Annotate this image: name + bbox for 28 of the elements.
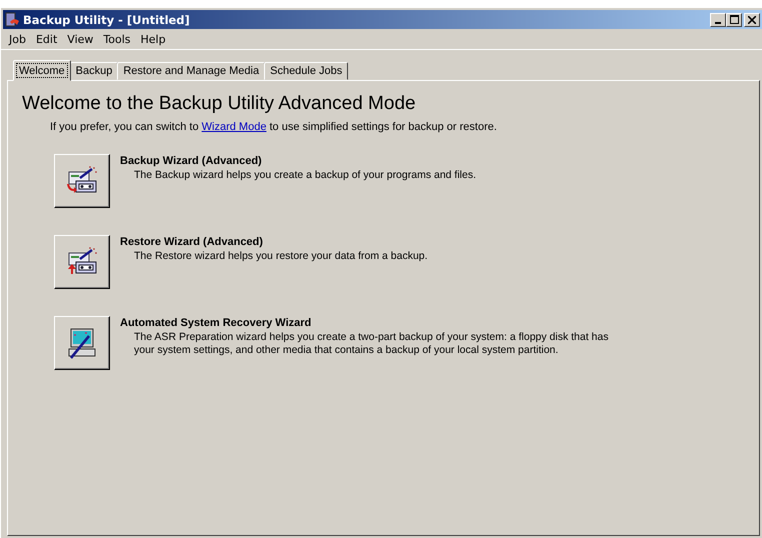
close-icon [748,16,756,24]
tab[interactable]: Restore and Manage Media [117,62,266,80]
close-button[interactable] [744,12,760,26]
window-title: Backup Utility - [Untitled] [23,12,191,26]
wizard-description: The ASR Preparation wizard helps you create a two-part backup of your system: a floppy disk that has your system settings, and other media that contains a backup of your local system partition. [134,331,610,357]
maximize-button[interactable] [726,12,742,26]
wizard-button[interactable] [54,235,110,289]
tab[interactable]: Welcome [13,60,71,81]
wizard-description: The Backup wizard helps you create a backup of your programs and files. [134,169,478,182]
maximize-icon [730,15,738,24]
menu-item[interactable]: Tools [99,32,134,46]
wizard-title: Restore Wizard (Advanced) [120,236,264,248]
minimize-icon [715,22,721,24]
wizard-description: The Restore wizard helps you restore your data from a backup. [134,250,429,263]
intro-text: If you prefer, you can switch to Wizard Mode to use simplified settings for backup or restore. [50,121,498,133]
menu-item[interactable]: View [63,32,98,46]
menu-item[interactable]: Edit [32,32,62,46]
wizard-title: Automated System Recovery Wizard [120,317,312,329]
app-icon [5,12,21,28]
menu-item[interactable]: Job [5,32,30,46]
wizard-button[interactable] [54,316,110,370]
menu-item[interactable]: Help [136,32,170,46]
wizard-button[interactable] [54,154,110,208]
minimize-button[interactable] [710,12,726,26]
page-heading: Welcome to the Backup Utility Advanced Mode [22,93,417,115]
wizard-mode-link[interactable]: Wizard Mode [202,121,266,133]
tab[interactable]: Schedule Jobs [264,62,348,80]
wizard-title: Backup Wizard (Advanced) [120,155,263,167]
